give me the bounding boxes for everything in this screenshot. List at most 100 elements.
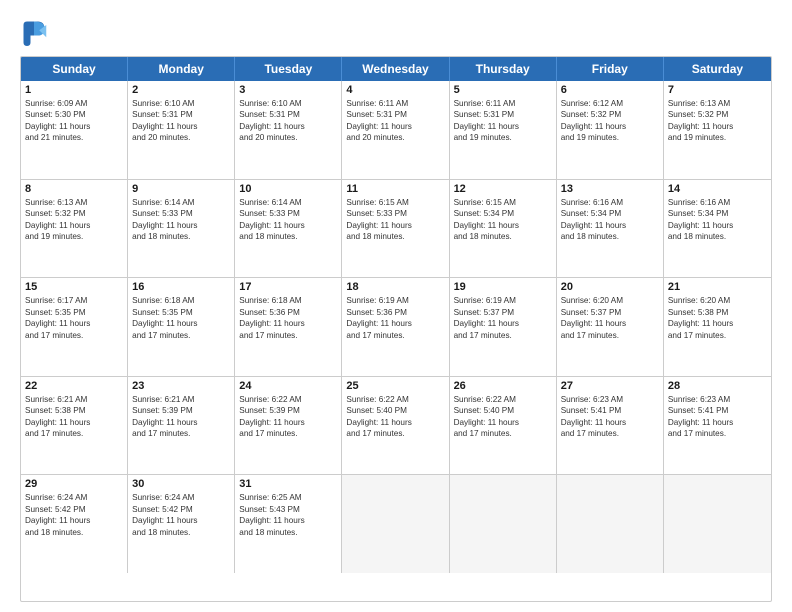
cell-line: and 19 minutes.: [561, 132, 659, 143]
calendar-cell: [342, 475, 449, 573]
cell-line: and 20 minutes.: [239, 132, 337, 143]
cell-line: Sunset: 5:41 PM: [561, 405, 659, 416]
cell-line: and 18 minutes.: [239, 527, 337, 538]
cell-line: and 18 minutes.: [25, 527, 123, 538]
calendar-cell: 3Sunrise: 6:10 AMSunset: 5:31 PMDaylight…: [235, 81, 342, 179]
cell-line: Sunrise: 6:15 AM: [454, 197, 552, 208]
cell-line: Daylight: 11 hours: [132, 121, 230, 132]
header-day: Saturday: [664, 57, 771, 81]
cell-line: Sunrise: 6:18 AM: [132, 295, 230, 306]
calendar-cell: 27Sunrise: 6:23 AMSunset: 5:41 PMDayligh…: [557, 377, 664, 475]
page: SundayMondayTuesdayWednesdayThursdayFrid…: [0, 0, 792, 612]
header-day: Thursday: [450, 57, 557, 81]
cell-line: Sunrise: 6:19 AM: [346, 295, 444, 306]
day-number: 23: [132, 380, 230, 392]
cell-line: and 21 minutes.: [25, 132, 123, 143]
cell-line: Daylight: 11 hours: [25, 121, 123, 132]
cell-line: Daylight: 11 hours: [561, 220, 659, 231]
cell-line: Sunrise: 6:24 AM: [25, 492, 123, 503]
calendar-cell: [664, 475, 771, 573]
calendar-cell: 26Sunrise: 6:22 AMSunset: 5:40 PMDayligh…: [450, 377, 557, 475]
cell-line: Sunrise: 6:17 AM: [25, 295, 123, 306]
cell-line: Daylight: 11 hours: [561, 417, 659, 428]
calendar-cell: 22Sunrise: 6:21 AMSunset: 5:38 PMDayligh…: [21, 377, 128, 475]
cell-line: Daylight: 11 hours: [239, 220, 337, 231]
calendar-cell: 2Sunrise: 6:10 AMSunset: 5:31 PMDaylight…: [128, 81, 235, 179]
calendar-cell: 1Sunrise: 6:09 AMSunset: 5:30 PMDaylight…: [21, 81, 128, 179]
cell-line: Daylight: 11 hours: [668, 318, 767, 329]
cell-line: Sunset: 5:33 PM: [239, 208, 337, 219]
calendar-row: 29Sunrise: 6:24 AMSunset: 5:42 PMDayligh…: [21, 475, 771, 573]
day-number: 1: [25, 84, 123, 96]
day-number: 28: [668, 380, 767, 392]
cell-line: Daylight: 11 hours: [132, 220, 230, 231]
cell-line: Daylight: 11 hours: [239, 121, 337, 132]
calendar-header: SundayMondayTuesdayWednesdayThursdayFrid…: [21, 57, 771, 81]
calendar-cell: 9Sunrise: 6:14 AMSunset: 5:33 PMDaylight…: [128, 180, 235, 278]
calendar-cell: 10 Sunrise: 6:14 AMSunset: 5:33 PMDayligh…: [235, 180, 342, 278]
calendar-cell: 4Sunrise: 6:11 AMSunset: 5:31 PMDaylight…: [342, 81, 449, 179]
cell-line: and 18 minutes.: [132, 231, 230, 242]
cell-line: Sunset: 5:40 PM: [346, 405, 444, 416]
cell-line: and 19 minutes.: [454, 132, 552, 143]
calendar-cell: 17Sunrise: 6:18 AMSunset: 5:36 PMDayligh…: [235, 278, 342, 376]
calendar-cell: 29Sunrise: 6:24 AMSunset: 5:42 PMDayligh…: [21, 475, 128, 573]
cell-line: Sunrise: 6:12 AM: [561, 98, 659, 109]
cell-line: Sunset: 5:39 PM: [132, 405, 230, 416]
day-number: 17: [239, 281, 337, 293]
cell-line: Sunset: 5:31 PM: [239, 109, 337, 120]
cell-line: Sunrise: 6:20 AM: [561, 295, 659, 306]
day-number: 22: [25, 380, 123, 392]
cell-line: and 17 minutes.: [132, 428, 230, 439]
cell-line: Daylight: 11 hours: [561, 121, 659, 132]
calendar-cell: 5Sunrise: 6:11 AMSunset: 5:31 PMDaylight…: [450, 81, 557, 179]
cell-line: Sunset: 5:38 PM: [668, 307, 767, 318]
cell-line: Sunset: 5:36 PM: [346, 307, 444, 318]
cell-line: Sunrise: 6:14 AM: [239, 197, 337, 208]
header-day: Friday: [557, 57, 664, 81]
cell-line: and 17 minutes.: [561, 330, 659, 341]
cell-line: and 18 minutes.: [668, 231, 767, 242]
cell-line: and 17 minutes.: [454, 330, 552, 341]
day-number: 21: [668, 281, 767, 293]
cell-line: Sunrise: 6:24 AM: [132, 492, 230, 503]
cell-line: Daylight: 11 hours: [346, 220, 444, 231]
day-number: 26: [454, 380, 552, 392]
cell-line: Sunrise: 6:14 AM: [132, 197, 230, 208]
day-number: 10: [239, 183, 337, 195]
cell-line: Sunset: 5:37 PM: [454, 307, 552, 318]
day-number: 25: [346, 380, 444, 392]
cell-line: Sunset: 5:32 PM: [561, 109, 659, 120]
cell-line: Sunrise: 6:11 AM: [454, 98, 552, 109]
cell-line: Daylight: 11 hours: [454, 417, 552, 428]
cell-line: Sunrise: 6:23 AM: [668, 394, 767, 405]
cell-line: Sunset: 5:32 PM: [25, 208, 123, 219]
day-number: 19: [454, 281, 552, 293]
cell-line: and 17 minutes.: [132, 330, 230, 341]
cell-line: and 20 minutes.: [132, 132, 230, 143]
day-number: 20: [561, 281, 659, 293]
cell-line: Sunrise: 6:20 AM: [668, 295, 767, 306]
cell-line: Sunset: 5:35 PM: [132, 307, 230, 318]
calendar-cell: 28Sunrise: 6:23 AMSunset: 5:41 PMDayligh…: [664, 377, 771, 475]
cell-line: Sunrise: 6:13 AM: [25, 197, 123, 208]
calendar-cell: 31Sunrise: 6:25 AMSunset: 5:43 PMDayligh…: [235, 475, 342, 573]
logo: [20, 18, 52, 46]
day-number: 8: [25, 183, 123, 195]
cell-line: Daylight: 11 hours: [668, 121, 767, 132]
cell-line: Daylight: 11 hours: [25, 318, 123, 329]
calendar-row: 22Sunrise: 6:21 AMSunset: 5:38 PMDayligh…: [21, 377, 771, 476]
cell-line: Sunset: 5:35 PM: [25, 307, 123, 318]
header-day: Monday: [128, 57, 235, 81]
calendar: SundayMondayTuesdayWednesdayThursdayFrid…: [20, 56, 772, 602]
cell-line: and 17 minutes.: [668, 330, 767, 341]
day-number: 12: [454, 183, 552, 195]
calendar-body: 1Sunrise: 6:09 AMSunset: 5:30 PMDaylight…: [21, 81, 771, 573]
header: [20, 18, 772, 46]
cell-line: Sunrise: 6:19 AM: [454, 295, 552, 306]
calendar-cell: 19Sunrise: 6:19 AMSunset: 5:37 PMDayligh…: [450, 278, 557, 376]
cell-line: Sunrise: 6:21 AM: [132, 394, 230, 405]
cell-line: and 17 minutes.: [239, 428, 337, 439]
cell-line: and 18 minutes.: [561, 231, 659, 242]
cell-line: and 17 minutes.: [561, 428, 659, 439]
